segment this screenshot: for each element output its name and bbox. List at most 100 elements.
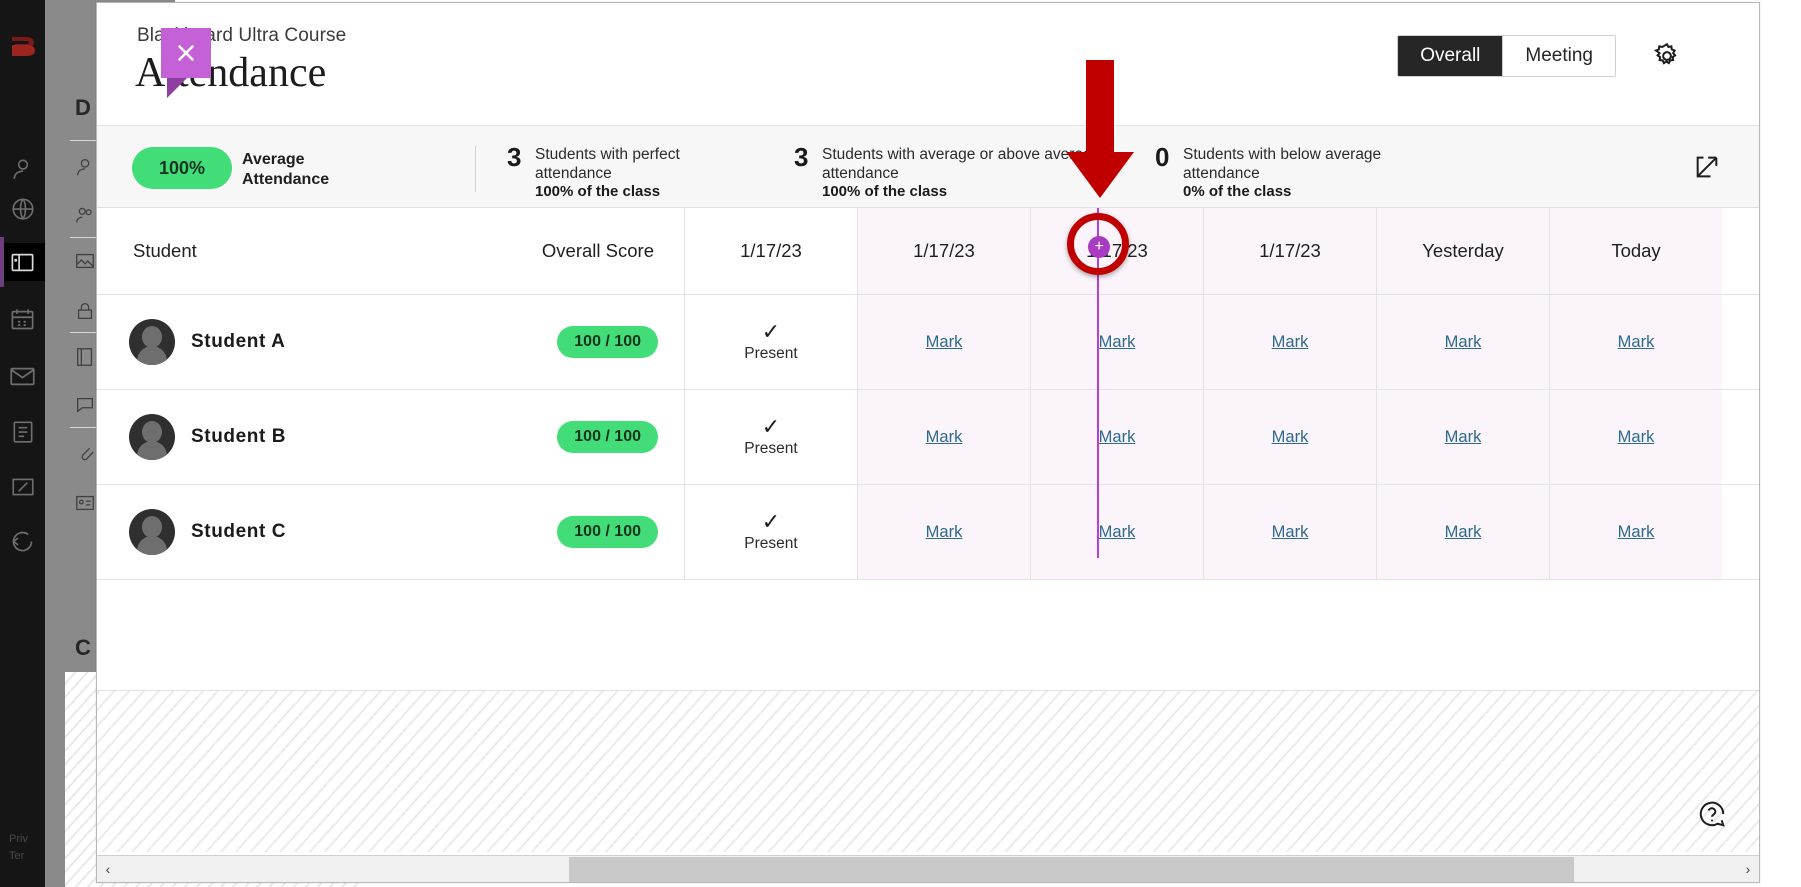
- cell-mark-2[interactable]: Mark: [1030, 485, 1203, 579]
- cell-student: Student A: [97, 295, 484, 389]
- score-badge: 100 / 100: [557, 516, 658, 548]
- mark-link[interactable]: Mark: [858, 390, 1030, 484]
- bg-course-section-label: C: [75, 635, 91, 660]
- cell-mark-4[interactable]: Mark: [1376, 295, 1549, 389]
- cell-status-0[interactable]: ✓ Present: [684, 485, 857, 579]
- mark-link[interactable]: Mark: [1204, 485, 1376, 579]
- header-student-label: Student: [133, 240, 197, 261]
- cell-mark-5[interactable]: Mark: [1549, 390, 1722, 484]
- mark-link[interactable]: Mark: [1377, 485, 1549, 579]
- scrollbar-thumb[interactable]: [569, 856, 1574, 882]
- student-name: Student C: [191, 521, 287, 542]
- header-overall-score: Overall Score: [484, 208, 684, 294]
- rail-signout-icon[interactable]: [0, 522, 45, 560]
- horizontal-scrollbar[interactable]: ‹ ›: [97, 855, 1759, 882]
- stat-number: 0: [1155, 142, 1170, 172]
- rail-calendar-icon[interactable]: [0, 300, 45, 338]
- header-date-3[interactable]: 1/17/23: [1203, 208, 1376, 294]
- cell-mark-2[interactable]: Mark: [1030, 390, 1203, 484]
- status-label: Present: [744, 440, 798, 457]
- rail-tools-icon[interactable]: [0, 468, 45, 506]
- check-icon: ✓: [761, 509, 781, 534]
- mark-link[interactable]: Mark: [858, 485, 1030, 579]
- mark-link[interactable]: Mark: [1031, 390, 1203, 484]
- present-status: ✓ Present: [685, 390, 857, 484]
- insert-column-button[interactable]: +: [1088, 236, 1110, 258]
- present-status: ✓ Present: [685, 295, 857, 389]
- settings-button[interactable]: [1645, 35, 1689, 79]
- status-label: Present: [744, 535, 798, 552]
- rail-grades-icon[interactable]: [0, 413, 45, 451]
- close-tab-tail: [167, 78, 187, 98]
- avatar: [129, 414, 175, 460]
- header-date-yesterday[interactable]: Yesterday: [1376, 208, 1549, 294]
- cell-mark-2[interactable]: Mark: [1030, 295, 1203, 389]
- mark-link[interactable]: Mark: [1550, 390, 1722, 484]
- footer-links: Priv Ter: [9, 831, 49, 865]
- attendance-modal: Blackboard Ultra Course Attendance Overa…: [96, 2, 1760, 883]
- close-icon[interactable]: [161, 28, 211, 78]
- mark-link[interactable]: Mark: [1550, 295, 1722, 389]
- terms-link[interactable]: Ter: [9, 848, 49, 865]
- help-button[interactable]: [1693, 796, 1731, 834]
- rail-messages-icon[interactable]: [0, 357, 45, 395]
- stat-number: 3: [507, 142, 522, 172]
- table-header-row: Student Overall Score 1/17/23 1/17/23 1/…: [97, 208, 1759, 295]
- header-date-label: 1/17/23: [1086, 240, 1148, 261]
- rail-globe-icon[interactable]: [0, 190, 45, 228]
- scroll-right-arrow[interactable]: ›: [1737, 855, 1759, 882]
- header-date-label: Yesterday: [1422, 240, 1504, 261]
- header-date-1[interactable]: 1/17/23: [857, 208, 1030, 294]
- header-date-today[interactable]: Today: [1549, 208, 1722, 294]
- mark-link[interactable]: Mark: [1204, 390, 1376, 484]
- cell-mark-3[interactable]: Mark: [1203, 295, 1376, 389]
- cell-mark-4[interactable]: Mark: [1376, 390, 1549, 484]
- scroll-left-arrow[interactable]: ‹: [97, 855, 119, 882]
- empty-table-area: [97, 690, 1759, 852]
- header-score-label: Overall Score: [541, 240, 654, 261]
- tab-meeting[interactable]: Meeting: [1503, 36, 1615, 76]
- cell-student: Student C: [97, 485, 484, 579]
- mark-link[interactable]: Mark: [1031, 485, 1203, 579]
- tab-overall[interactable]: Overall: [1398, 36, 1503, 76]
- header-date-label: 1/17/23: [1259, 240, 1321, 261]
- mark-link[interactable]: Mark: [1031, 295, 1203, 389]
- score-badge: 100 / 100: [557, 421, 658, 453]
- average-attendance-pill: 100%: [132, 147, 232, 189]
- header-date-0[interactable]: 1/17/23: [684, 208, 857, 294]
- mark-link[interactable]: Mark: [858, 295, 1030, 389]
- cell-status-0[interactable]: ✓ Present: [684, 295, 857, 389]
- mark-link[interactable]: Mark: [1550, 485, 1722, 579]
- mark-link[interactable]: Mark: [1377, 295, 1549, 389]
- attendance-summary-bar: 100% Average Attendance 3 Students with …: [97, 125, 1759, 208]
- scrollbar-track[interactable]: [119, 855, 1737, 882]
- cell-mark-1[interactable]: Mark: [857, 295, 1030, 389]
- cell-mark-4[interactable]: Mark: [1376, 485, 1549, 579]
- bg-details-label: D: [75, 95, 91, 120]
- mark-link[interactable]: Mark: [1204, 295, 1376, 389]
- avatar: [129, 509, 175, 555]
- stat-subtext: 0% of the class: [1183, 183, 1292, 200]
- export-button[interactable]: [1685, 146, 1729, 190]
- cell-mark-1[interactable]: Mark: [857, 390, 1030, 484]
- stat-text-line2: attendance: [1183, 165, 1260, 182]
- score-badge: 100 / 100: [557, 326, 658, 358]
- cell-mark-3[interactable]: Mark: [1203, 485, 1376, 579]
- cell-status-0[interactable]: ✓ Present: [684, 390, 857, 484]
- header-date-2[interactable]: 1/17/23: [1030, 208, 1203, 294]
- privacy-link[interactable]: Priv: [9, 831, 49, 848]
- cell-mark-5[interactable]: Mark: [1549, 295, 1722, 389]
- cell-mark-5[interactable]: Mark: [1549, 485, 1722, 579]
- rail-person-icon[interactable]: [0, 150, 45, 188]
- rail-courses-icon[interactable]: [0, 237, 45, 287]
- cell-mark-1[interactable]: Mark: [857, 485, 1030, 579]
- help-circle-icon: [1697, 799, 1727, 832]
- attendance-table: Student Overall Score 1/17/23 1/17/23 1/…: [97, 208, 1759, 882]
- mark-link[interactable]: Mark: [1377, 390, 1549, 484]
- blackboard-logo-icon: [0, 22, 45, 70]
- close-panel-button[interactable]: [161, 28, 211, 98]
- stat-divider: [475, 146, 476, 192]
- table-row: Student A 100 / 100 ✓ Present Mark Mark …: [97, 295, 1759, 390]
- cell-mark-3[interactable]: Mark: [1203, 390, 1376, 484]
- stat-text-line1: Students with perfect: [535, 146, 680, 163]
